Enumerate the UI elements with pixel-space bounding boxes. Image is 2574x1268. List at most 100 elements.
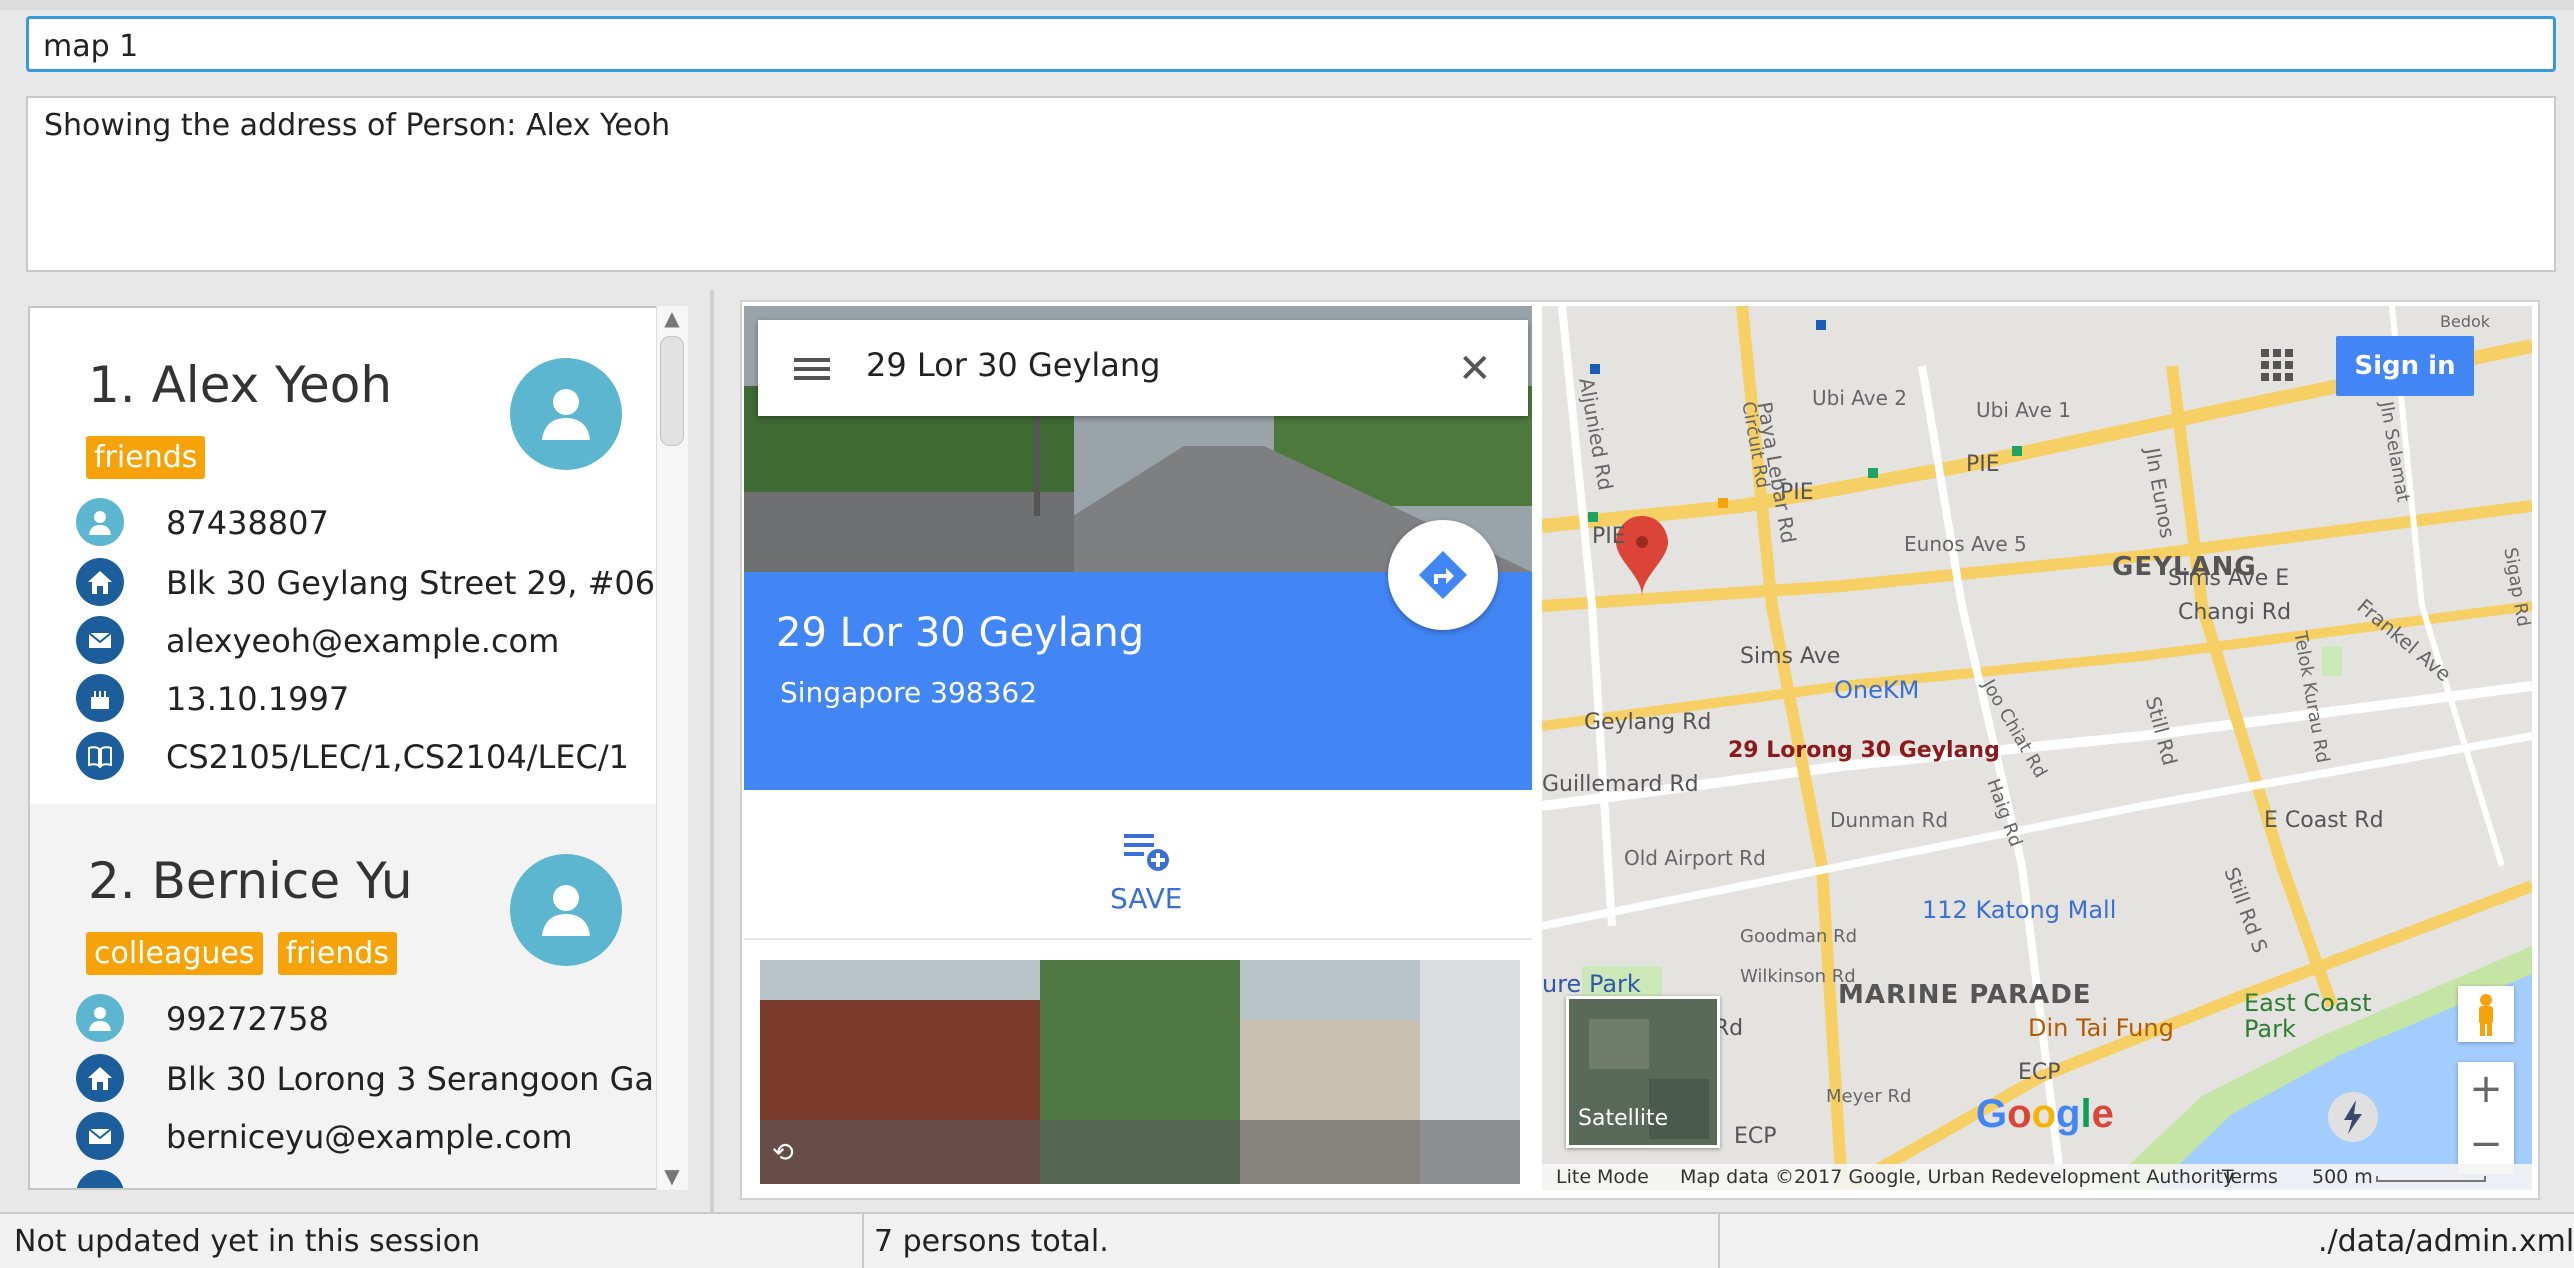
phone-row: 99272758 [76,994,656,1046]
menu-icon[interactable] [792,352,832,386]
scrollbar-thumb[interactable] [660,336,684,446]
map-label-road: Changi Rd [2178,600,2292,625]
zoom-in-button[interactable]: + [2458,1062,2514,1118]
attribution-text: Map data ©2017 Google, Urban Redevelopme… [1680,1166,2235,1188]
map-label-poi: Din Tai Fung [2028,1014,2174,1042]
save-list-icon[interactable] [1122,830,1170,874]
lite-mode-bolt-icon[interactable] [2328,1092,2378,1142]
person-card[interactable]: 2. Bernice Yu colleagues friends 9927275… [30,804,685,1188]
map-label-road: ECP [2018,1060,2061,1085]
map-label-road: Sims Ave E [2168,566,2290,591]
address-text: Blk 30 Geylang Street 29, #06... [166,564,686,602]
scroll-down-arrow-icon[interactable]: ▼ [660,1164,684,1188]
save-button[interactable]: SAVE [1110,882,1183,915]
phone-row: 87438807 [76,498,656,550]
scale-label: 500 m [2312,1166,2373,1188]
map-label-road: Ubi Ave 2 [1812,386,1907,410]
email-text: alexyeoh@example.com [166,622,560,660]
directions-button[interactable] [1388,520,1498,630]
tag-friends: friends [277,932,397,975]
total-persons: 7 persons total. [874,1224,1109,1259]
envelope-icon [76,1112,124,1160]
modules-row: CS2105/LEC/1,CS2104/LEC/1 [76,732,656,784]
map-label-road: Geylang Rd [1584,710,1712,735]
save-location: ./data/admin.xml [2318,1224,2574,1259]
person-name: 2. Bernice Yu [88,852,413,910]
terms-link[interactable]: Terms [2222,1166,2278,1188]
birthday-row [76,1170,656,1188]
map-label-road: Eunos Ave 5 [1904,532,2027,556]
home-icon [76,1054,124,1102]
tag-colleagues: colleagues [86,932,263,975]
map-label-road: Goodman Rd [1740,926,1858,947]
birthday-row: 13.10.1997 [76,674,656,726]
book-icon [76,732,124,780]
status-separator [862,1214,864,1268]
phone-text: 99272758 [166,1000,329,1038]
person-card[interactable]: 1. Alex Yeoh friends 87438807 Blk 30 Gey… [30,308,686,804]
home-icon [76,558,124,606]
person-name: 1. Alex Yeoh [88,356,393,414]
avatar [510,358,622,470]
lite-mode-link[interactable]: Lite Mode [1556,1166,1649,1188]
scale-bar [2376,1176,2486,1182]
place-subtitle: Singapore 398362 [780,676,1038,709]
map-label-district: MARINE PARADE [1838,980,2092,1010]
google-logo: Google [1976,1092,2114,1136]
command-input[interactable]: map 1 [26,16,2556,72]
birthday-text: 13.10.1997 [166,680,350,718]
email-row: berniceyu@example.com [76,1112,656,1164]
map-label-road: Sims Ave [1740,644,1841,669]
address-text: Blk 30 Lorong 3 Serangoon Ga... [166,1060,685,1098]
map-label-road: Old Airport Rd [1624,846,1766,870]
scroll-up-arrow-icon[interactable]: ▲ [660,306,684,330]
directions-icon [1418,550,1468,600]
map-label-road: PIE [1592,524,1626,549]
cake-icon [76,1170,124,1188]
tag-list: friends [86,436,215,479]
person-list-panel: 1. Alex Yeoh friends 87438807 Blk 30 Gey… [28,306,688,1190]
close-icon[interactable]: ✕ [1458,346,1492,392]
map-label-poi: 112 Katong Mall [1922,896,2117,924]
result-display: Showing the address of Person: Alex Yeoh [26,96,2556,272]
split-divider[interactable] [710,290,714,1220]
phone-text: 87438807 [166,504,329,542]
satellite-label: Satellite [1578,1106,1669,1131]
phone-icon [76,498,124,546]
pegman-icon[interactable] [2458,986,2514,1042]
address-row: Blk 30 Geylang Street 29, #06... [76,558,686,610]
map-label-road: PIE [1966,452,2000,477]
apps-grid-icon[interactable] [2260,348,2294,382]
email-text: berniceyu@example.com [166,1118,573,1156]
sync-status: Not updated yet in this session [14,1224,481,1259]
map-label-road: Wilkinson Rd [1740,966,1856,987]
map-label-poi: ure Park [1542,970,1641,998]
phone-icon [76,994,124,1042]
place-title: 29 Lor 30 Geylang [776,610,1145,656]
window-top-edge [0,0,2574,10]
map-label-poi: OneKM [1834,676,1920,704]
tag-list: colleagues friends [86,932,407,975]
status-separator [1718,1214,1720,1268]
map-label-road: Meyer Rd [1826,1086,1912,1107]
address-row: Blk 30 Lorong 3 Serangoon Ga... [76,1054,685,1106]
map-label-road: Guillemard Rd [1542,772,1699,797]
modules-text: CS2105/LEC/1,CS2104/LEC/1 [166,738,629,776]
person-silhouette-icon [542,885,590,936]
map-label-area: Bedok [2440,312,2491,331]
rotate-360-icon: ⟲ [772,1138,794,1168]
place-photo[interactable]: ⟲ [760,960,1520,1184]
map-label-poi: East Coast Park [2244,989,2372,1043]
person-silhouette-icon [542,389,590,440]
cake-icon [76,674,124,722]
marker-label: 29 Lorong 30 Geylang [1728,738,2000,763]
email-row: alexyeoh@example.com [76,616,656,668]
map-search-text[interactable]: 29 Lor 30 Geylang [866,346,1160,384]
avatar [510,854,622,966]
tag-friends: friends [86,436,206,479]
map-label-road: E Coast Rd [2264,808,2384,833]
envelope-icon [76,616,124,664]
map-label-road: ECP [1734,1124,1777,1149]
map-label-road: Dunman Rd [1830,808,1949,832]
sign-in-button[interactable]: Sign in [2336,336,2474,396]
